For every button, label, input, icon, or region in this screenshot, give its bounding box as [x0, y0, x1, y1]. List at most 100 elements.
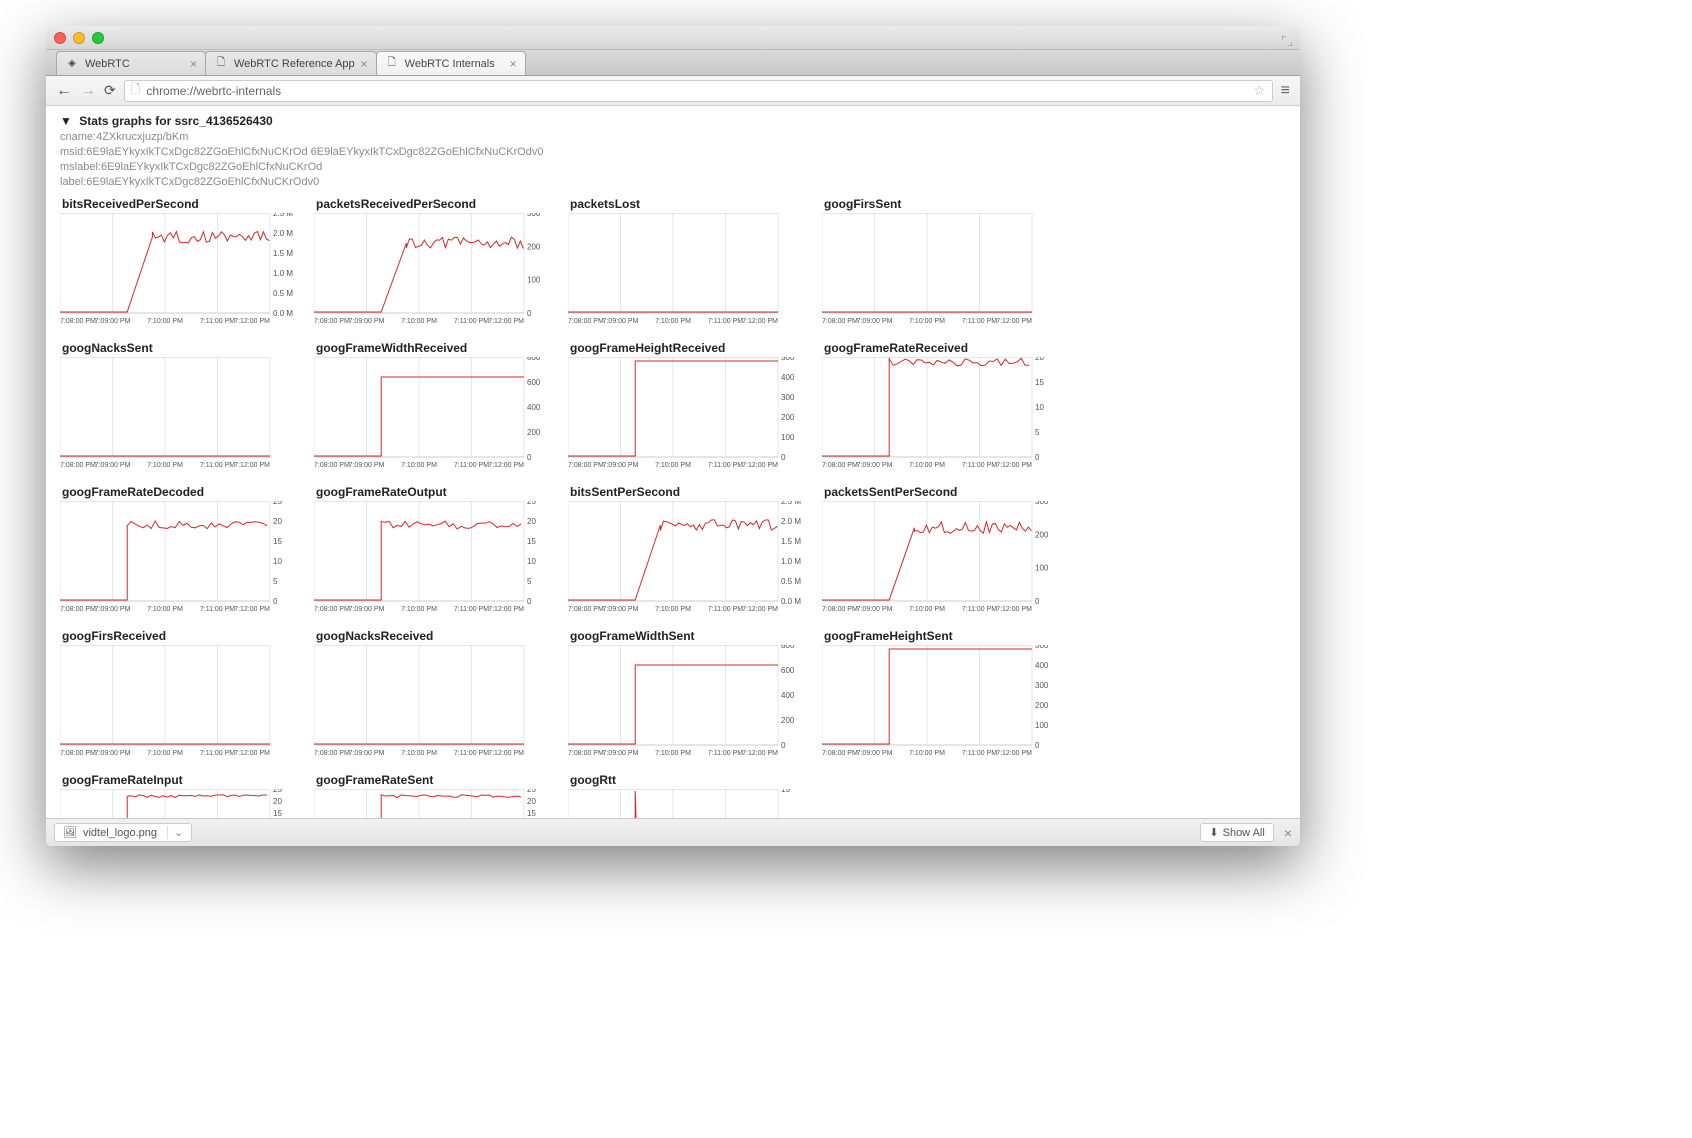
svg-text:7:11:00 PM: 7:11:00 PM: [962, 606, 997, 613]
chart-plot: 01002003007:08:00 PM7:09:00 PM7:10:00 PM…: [822, 501, 1068, 625]
svg-text:7:10:00 PM: 7:10:00 PM: [655, 606, 691, 613]
svg-text:200: 200: [1035, 531, 1049, 540]
chart-cell: bitsReceivedPerSecond0.0 M0.5 M1.0 M1.5 …: [60, 197, 306, 337]
svg-text:7:08:00 PM: 7:08:00 PM: [822, 318, 858, 325]
svg-text:300: 300: [527, 213, 541, 218]
chart-plot: 7:08:00 PM7:09:00 PM7:10:00 PM7:11:00 PM…: [822, 213, 1068, 337]
section-meta: cname:4ZXkrucxjuzp/bKmmsid:6E9laEYkyxIkT…: [60, 130, 1300, 189]
svg-text:500: 500: [781, 357, 795, 362]
chart-cell: googFrameRateOutput05101520257:08:00 PM7…: [314, 485, 560, 625]
svg-text:5: 5: [527, 577, 532, 586]
svg-text:7:12:00 PM: 7:12:00 PM: [488, 462, 524, 469]
tab-close-icon[interactable]: ×: [184, 57, 197, 71]
svg-text:20: 20: [273, 797, 282, 806]
back-button[interactable]: ←: [56, 82, 72, 100]
svg-text:7:09:00 PM: 7:09:00 PM: [95, 318, 131, 325]
svg-text:7:12:00 PM: 7:12:00 PM: [488, 318, 524, 325]
svg-text:100: 100: [1035, 721, 1049, 730]
svg-text:100: 100: [1035, 564, 1049, 573]
window-minimize-button[interactable]: [73, 32, 85, 44]
svg-text:0: 0: [1035, 741, 1040, 750]
disclosure-triangle-icon[interactable]: ▼: [60, 114, 72, 128]
address-bar[interactable]: 🗋 chrome://webrtc-internals ☆: [124, 80, 1273, 102]
svg-text:400: 400: [781, 373, 795, 382]
svg-text:7:11:00 PM: 7:11:00 PM: [708, 462, 743, 469]
window-maximize-button[interactable]: [92, 32, 104, 44]
show-all-downloads-button[interactable]: ⬇ Show All: [1200, 823, 1273, 842]
svg-text:7:08:00 PM: 7:08:00 PM: [822, 462, 858, 469]
chart-cell: googNacksReceived7:08:00 PM7:09:00 PM7:1…: [314, 629, 560, 769]
chart-cell: googFrameWidthReceived02004006008007:08:…: [314, 341, 560, 481]
svg-text:100: 100: [781, 433, 795, 442]
chart-title: packetsLost: [570, 197, 814, 211]
chart-plot: 7:08:00 PM7:09:00 PM7:10:00 PM7:11:00 PM…: [314, 645, 560, 769]
svg-text:7:10:00 PM: 7:10:00 PM: [909, 462, 945, 469]
svg-text:1.5 M: 1.5 M: [273, 249, 293, 258]
svg-text:7:12:00 PM: 7:12:00 PM: [742, 750, 778, 757]
tab-title: WebRTC: [85, 58, 130, 70]
svg-text:7:09:00 PM: 7:09:00 PM: [349, 318, 385, 325]
svg-text:7:10:00 PM: 7:10:00 PM: [401, 318, 437, 325]
window-close-button[interactable]: [54, 32, 66, 44]
svg-text:7:09:00 PM: 7:09:00 PM: [95, 606, 131, 613]
svg-text:7:11:00 PM: 7:11:00 PM: [708, 318, 743, 325]
svg-text:7:08:00 PM: 7:08:00 PM: [822, 606, 858, 613]
charts-grid: bitsReceivedPerSecond0.0 M0.5 M1.0 M1.5 …: [60, 197, 1300, 818]
svg-text:0: 0: [781, 453, 786, 462]
chart-cell: googFrameRateDecoded05101520257:08:00 PM…: [60, 485, 306, 625]
svg-text:7:10:00 PM: 7:10:00 PM: [655, 462, 691, 469]
svg-text:7:11:00 PM: 7:11:00 PM: [454, 462, 489, 469]
close-download-shelf-button[interactable]: ×: [1284, 825, 1292, 841]
svg-text:20: 20: [273, 517, 282, 526]
chart-cell: googFrameHeightSent01002003004005007:08:…: [822, 629, 1068, 769]
svg-text:7:12:00 PM: 7:12:00 PM: [742, 462, 778, 469]
svg-text:600: 600: [781, 666, 795, 675]
svg-text:200: 200: [527, 428, 541, 437]
chart-title: googFrameWidthReceived: [316, 341, 560, 355]
svg-text:800: 800: [527, 357, 541, 362]
forward-button[interactable]: →: [80, 82, 96, 100]
chevron-down-icon[interactable]: ⌄: [167, 826, 183, 839]
fullscreen-icon[interactable]: [1282, 33, 1292, 43]
reload-button[interactable]: ⟳: [104, 82, 116, 99]
page-content: ▼ Stats graphs for ssrc_4136526430 cname…: [46, 106, 1300, 818]
svg-text:20: 20: [1035, 357, 1044, 362]
chart-plot: 7:08:00 PM7:09:00 PM7:10:00 PM7:11:00 PM…: [568, 213, 814, 337]
svg-text:300: 300: [1035, 681, 1049, 690]
tab[interactable]: 🗋WebRTC Internals×: [376, 51, 526, 75]
chart-plot: 02004006008007:08:00 PM7:09:00 PM7:10:00…: [314, 357, 560, 481]
bookmark-star-icon[interactable]: ☆: [1253, 82, 1266, 99]
svg-text:7:12:00 PM: 7:12:00 PM: [996, 462, 1032, 469]
svg-text:7:12:00 PM: 7:12:00 PM: [488, 750, 524, 757]
svg-text:7:11:00 PM: 7:11:00 PM: [708, 750, 743, 757]
chrome-menu-button[interactable]: ≡: [1281, 82, 1290, 100]
chart-cell: googFrameHeightReceived01002003004005007…: [568, 341, 814, 481]
tab-close-icon[interactable]: ×: [355, 57, 368, 71]
svg-text:7:10:00 PM: 7:10:00 PM: [401, 462, 437, 469]
chart-cell: googFirsReceived7:08:00 PM7:09:00 PM7:10…: [60, 629, 306, 769]
svg-text:7:08:00 PM: 7:08:00 PM: [314, 462, 350, 469]
tab-close-icon[interactable]: ×: [504, 57, 517, 71]
svg-text:1.0 M: 1.0 M: [273, 269, 293, 278]
chart-title: googFrameRateReceived: [824, 341, 1068, 355]
svg-text:7:08:00 PM: 7:08:00 PM: [60, 318, 96, 325]
chart-cell: googNacksSent7:08:00 PM7:09:00 PM7:10:00…: [60, 341, 306, 481]
svg-text:25: 25: [273, 501, 282, 506]
svg-text:100: 100: [527, 276, 541, 285]
svg-text:15: 15: [527, 809, 536, 818]
svg-text:7:12:00 PM: 7:12:00 PM: [742, 606, 778, 613]
section-header[interactable]: ▼ Stats graphs for ssrc_4136526430: [60, 114, 1300, 128]
tab[interactable]: 🗋WebRTC Reference App×: [205, 51, 377, 75]
tab[interactable]: ◈WebRTC×: [56, 51, 206, 75]
download-filename: vidtel_logo.png: [83, 827, 157, 839]
svg-text:7:10:00 PM: 7:10:00 PM: [147, 462, 183, 469]
chart-title: googRtt: [570, 773, 814, 787]
svg-text:7:08:00 PM: 7:08:00 PM: [822, 750, 858, 757]
chart-plot: 10152025: [314, 789, 560, 818]
svg-text:25: 25: [527, 789, 536, 794]
svg-text:0: 0: [527, 597, 532, 606]
svg-text:7:11:00 PM: 7:11:00 PM: [200, 606, 235, 613]
download-item[interactable]: 🖼 vidtel_logo.png ⌄: [54, 823, 192, 842]
svg-text:15: 15: [1035, 378, 1044, 387]
svg-text:200: 200: [527, 243, 541, 252]
